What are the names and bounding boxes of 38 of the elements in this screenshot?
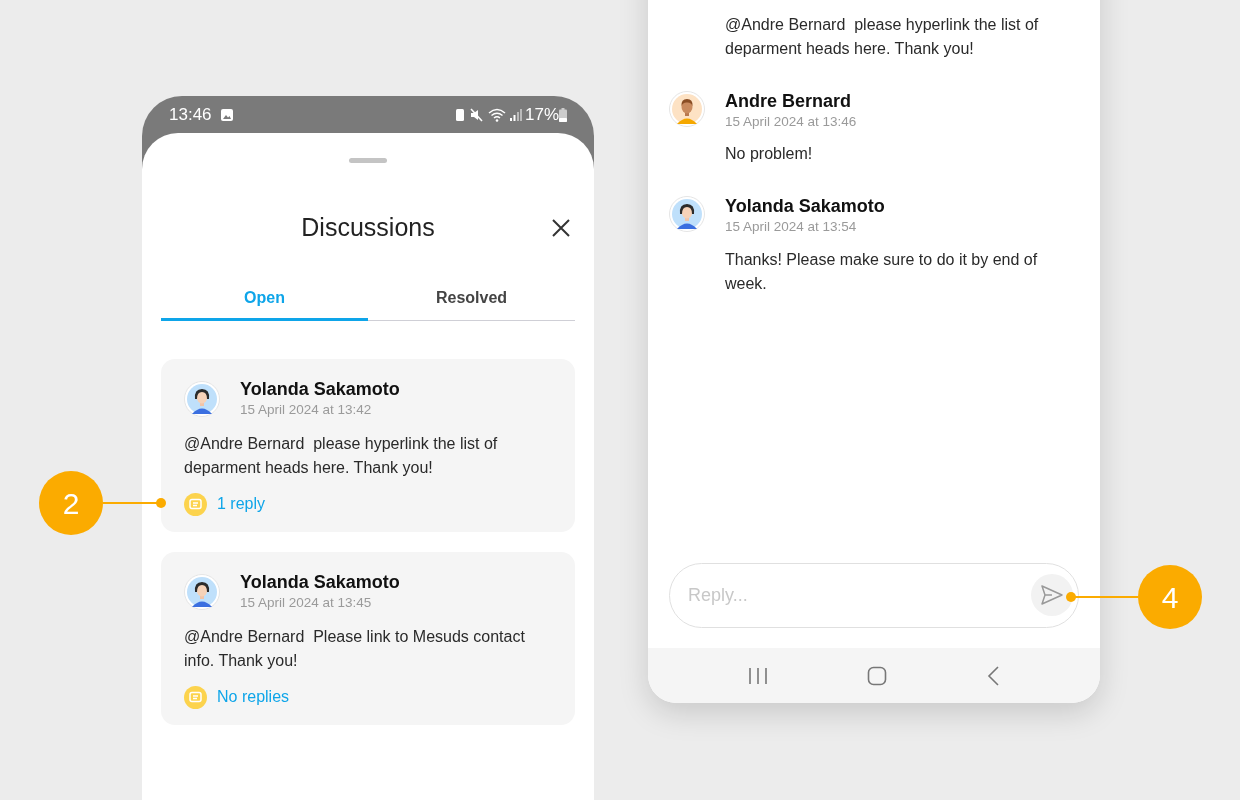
author-name: Yolanda Sakamoto xyxy=(725,196,886,217)
drag-handle[interactable] xyxy=(349,158,387,163)
recent-apps-icon[interactable] xyxy=(747,666,768,685)
author-name: Yolanda Sakamoto xyxy=(240,572,400,592)
timestamp: 15 April 2024 at 13:45 xyxy=(240,594,373,612)
send-icon xyxy=(1040,584,1064,606)
comment-text: @Andre Bernard Please link to Mesuds contact info. Thank you! xyxy=(184,627,526,672)
timestamp: 15 April 2024 at 13:46 xyxy=(725,113,857,131)
author-name: Yolanda Sakamoto xyxy=(240,379,400,399)
sheet-title: Discussions xyxy=(301,212,435,244)
avatar-icon xyxy=(669,91,705,127)
callout-number: 4 xyxy=(1138,565,1202,629)
comment-icon xyxy=(184,685,207,709)
comment-text: Thanks! Please make sure to do it by end of week. xyxy=(725,249,1039,294)
timestamp: 15 April 2024 at 13:42 xyxy=(240,401,373,419)
home-icon[interactable] xyxy=(867,665,887,686)
wifi-icon xyxy=(487,107,506,122)
comment-text: @Andre Bernard please hyperlink the list of deparment heads here. Thank you! xyxy=(184,434,499,479)
avatar-icon xyxy=(184,574,220,610)
author-name: Andre Bernard xyxy=(725,91,853,111)
comment-text: No problem! xyxy=(725,144,814,165)
status-time: 13:46 xyxy=(169,103,212,126)
image-icon xyxy=(219,107,234,122)
back-icon[interactable] xyxy=(986,665,1001,686)
avatar-icon xyxy=(669,196,705,233)
signal-icon xyxy=(509,107,522,122)
thread-card[interactable]: Yolanda Sakamoto 15 April 2024 at 13:45 @Andre Bernard Please link to Mesuds contact info. Thank you! No replies xyxy=(161,552,575,725)
battery-saver-icon xyxy=(454,107,465,122)
avatar-icon xyxy=(184,381,220,417)
timestamp: 15 April 2024 at 13:54 xyxy=(725,218,858,237)
callout-number: 2 xyxy=(39,471,103,535)
mute-icon xyxy=(468,107,484,122)
tab[interactable]: Resolved xyxy=(368,278,575,321)
battery-level: 17% xyxy=(524,103,559,126)
comment-text: @Andre Bernard please hyperlink the list of deparment heads here. Thank you! xyxy=(725,15,1040,59)
thread-card[interactable]: Yolanda Sakamoto 15 April 2024 at 13:42 @Andre Bernard please hyperlink the list of deparment heads here. Thank you! 1 reply xyxy=(161,359,575,532)
battery-icon xyxy=(559,107,567,122)
comment-icon xyxy=(184,492,207,516)
